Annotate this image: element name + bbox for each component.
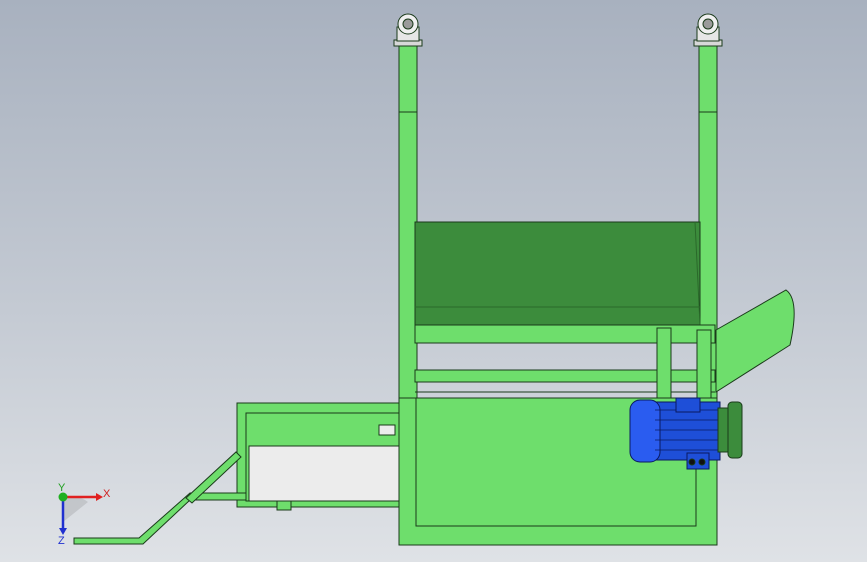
left-post [398, 45, 418, 403]
y-axis-label: Y [58, 482, 66, 494]
caster-wheel-right [693, 13, 723, 47]
motor-pulley [717, 401, 743, 459]
caster-wheel-left [393, 13, 423, 47]
bracket-right [696, 329, 712, 399]
axis-triad: X Y Z [58, 482, 111, 547]
x-axis-label: X [103, 488, 111, 500]
electric-motor [629, 397, 721, 470]
bracket-left [656, 327, 672, 399]
hopper [414, 221, 701, 326]
feed-ramp [73, 492, 247, 545]
z-axis-label: Z [58, 535, 65, 547]
side-tray [248, 445, 400, 502]
discharge-chute [715, 289, 795, 393]
cad-viewport[interactable]: X Y Z [0, 0, 867, 562]
